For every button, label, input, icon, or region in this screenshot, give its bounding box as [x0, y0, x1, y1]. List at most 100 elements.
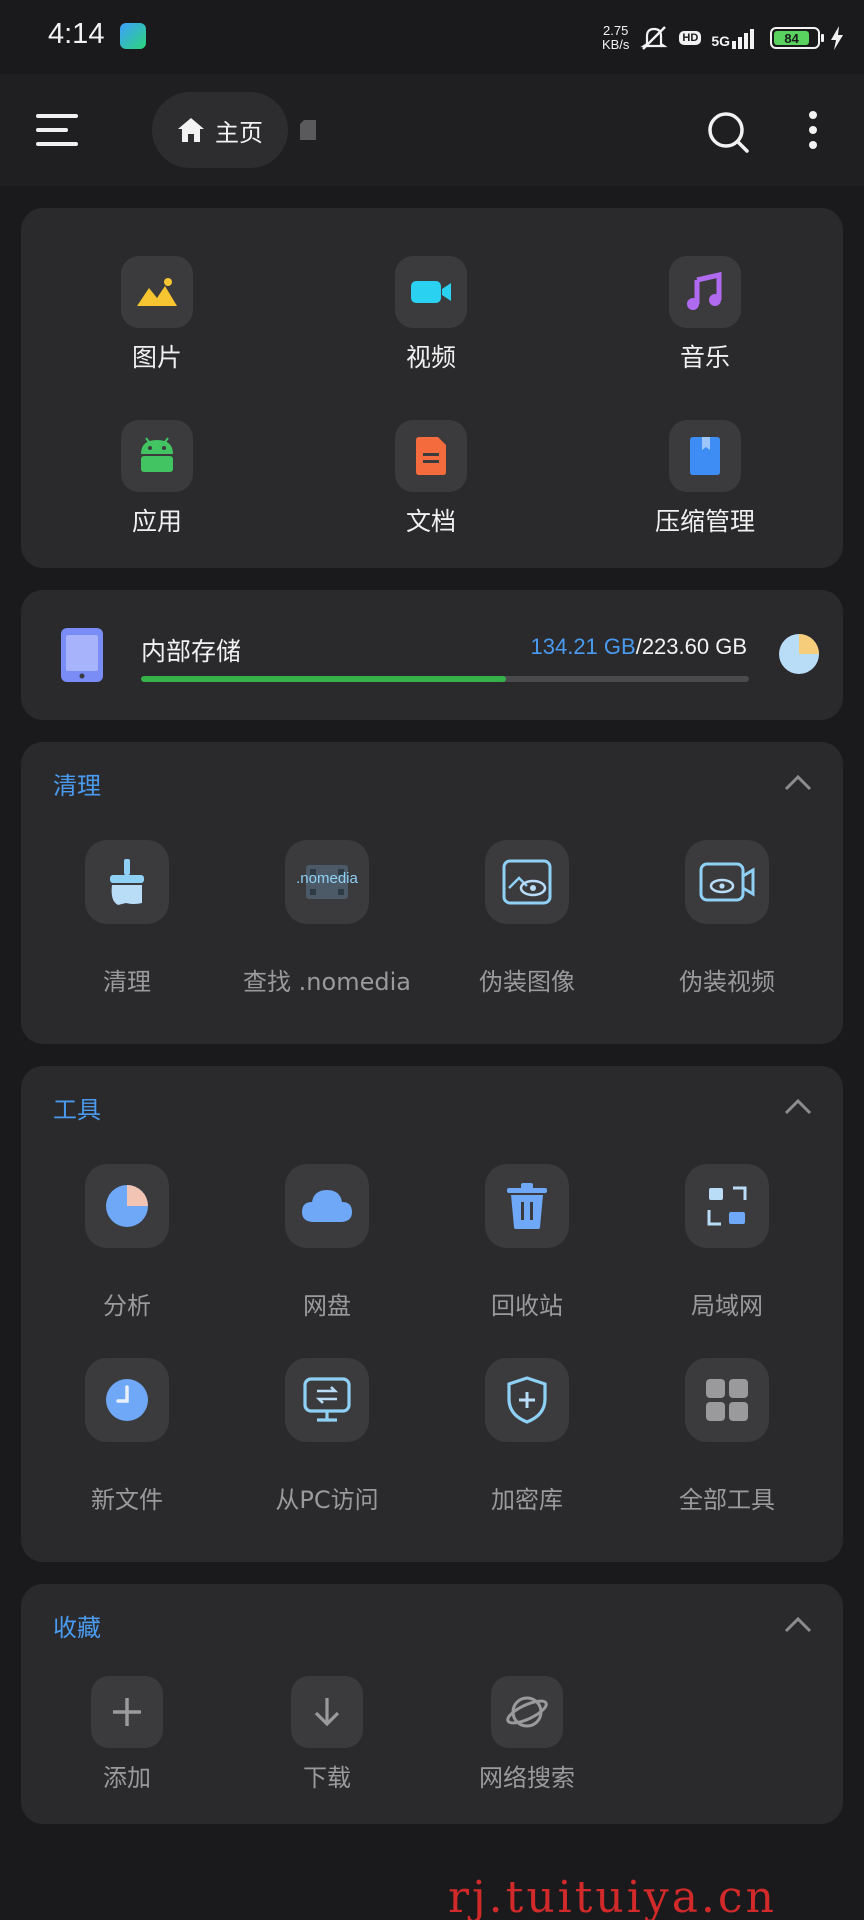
nomedia-icon: .nomedia: [285, 840, 369, 924]
categories-card: 图片 视频 音乐 应用 文档 压缩管理: [21, 208, 843, 568]
tool-label: 全部工具: [679, 1486, 775, 1514]
category-label: 视频: [405, 343, 456, 372]
pie-chart-icon: [85, 1164, 169, 1248]
tool-label: 加密库: [491, 1486, 563, 1514]
signal-group: 5G: [711, 27, 760, 49]
chevron-up-icon[interactable]: [783, 772, 813, 792]
music-icon: [669, 256, 741, 328]
watermark-text: rj.tuituiya.cn: [448, 1872, 777, 1920]
favorites-card: 收藏 添加 下载 网络搜索: [21, 1584, 843, 1824]
image-icon: [121, 256, 193, 328]
favorite-add[interactable]: 添加: [27, 1676, 227, 1793]
sd-card-icon[interactable]: [298, 118, 318, 142]
tool-label: 新文件: [91, 1486, 163, 1514]
tool-all-tools[interactable]: 全部工具: [627, 1358, 827, 1515]
storage-progress-fill: [141, 676, 506, 682]
tool-label: 从PC访问: [275, 1486, 379, 1514]
status-bar: 4:14 2.75 KB/s HD 5G 84: [0, 0, 864, 74]
menu-button[interactable]: [36, 112, 80, 148]
menu-line: [36, 128, 68, 132]
home-icon: [178, 118, 204, 142]
tools-card: 工具 分析 网盘 回收站 局域网 新文件 从PC访问 加密库 全部工具: [21, 1066, 843, 1562]
net-speed-value: 2.75: [603, 23, 629, 38]
hd-badge: HD: [679, 31, 702, 45]
favorite-downloads[interactable]: 下载: [227, 1676, 427, 1793]
category-label: 压缩管理: [654, 507, 755, 536]
tool-label: 局域网: [691, 1292, 763, 1320]
broom-icon: [85, 840, 169, 924]
favorite-web-search[interactable]: 网络搜索: [427, 1676, 627, 1793]
home-label: 主页: [215, 118, 263, 147]
status-icons: 2.75 KB/s HD 5G 84: [602, 18, 844, 58]
cleanup-card: 清理 清理 .nomedia 查找 .nomedia 伪装图像 伪装视频: [21, 742, 843, 1044]
charging-icon: [831, 26, 843, 50]
battery-level: 84: [774, 31, 810, 46]
android-icon: [121, 420, 193, 492]
battery-icon: 84: [770, 27, 824, 49]
category-music[interactable]: 音乐: [605, 256, 805, 374]
favorite-label: 添加: [103, 1764, 151, 1792]
planet-icon: [491, 1676, 563, 1748]
tool-analyze[interactable]: 分析: [27, 1164, 227, 1321]
category-images[interactable]: 图片: [57, 256, 257, 374]
section-title-cleanup: 清理: [53, 772, 101, 800]
network-type: 5G: [711, 33, 730, 49]
storage-title: 内部存储: [141, 637, 242, 666]
tool-pc-access[interactable]: 从PC访问: [227, 1358, 427, 1515]
plus-icon: [91, 1676, 163, 1748]
favorite-label: 网络搜索: [479, 1764, 575, 1792]
chevron-up-icon[interactable]: [783, 1096, 813, 1116]
trash-icon: [485, 1164, 569, 1248]
document-icon: [395, 420, 467, 492]
internal-storage-card[interactable]: 内部存储 134.21 GB/223.60 GB: [21, 590, 843, 720]
more-options-icon[interactable]: [800, 108, 826, 152]
cleanup-item-nomedia[interactable]: .nomedia 查找 .nomedia: [227, 840, 427, 997]
category-documents[interactable]: 文档: [331, 420, 531, 538]
tool-recycle-bin[interactable]: 回收站: [427, 1164, 627, 1321]
cleanup-item-disguise-image[interactable]: 伪装图像: [427, 840, 627, 997]
disguise-video-icon: [685, 840, 769, 924]
section-title-favorites: 收藏: [53, 1614, 101, 1642]
net-speed: 2.75 KB/s: [602, 24, 629, 52]
top-app-bar: 主页: [0, 74, 864, 186]
disguise-image-icon: [485, 840, 569, 924]
video-icon: [395, 256, 467, 328]
storage-progress: [141, 676, 749, 682]
tool-cloud[interactable]: 网盘: [227, 1164, 427, 1321]
archive-icon: [669, 420, 741, 492]
menu-line: [36, 142, 78, 146]
phone-icon: [61, 628, 103, 682]
category-label: 文档: [405, 507, 456, 536]
favorite-label: 下载: [303, 1764, 351, 1792]
storage-used: 134.21 GB: [530, 634, 636, 659]
storage-usage: 134.21 GB/223.60 GB: [531, 634, 748, 660]
tool-vault[interactable]: 加密库: [427, 1358, 627, 1515]
lan-icon: [685, 1164, 769, 1248]
cleanup-item-label: 伪装视频: [679, 968, 775, 996]
status-time: 4:14: [48, 18, 105, 50]
tool-new-files[interactable]: 新文件: [27, 1358, 227, 1515]
grid-icon: [685, 1358, 769, 1442]
cleanup-item-label: 伪装图像: [479, 968, 575, 996]
category-videos[interactable]: 视频: [331, 256, 531, 374]
tool-lan[interactable]: 局域网: [627, 1164, 827, 1321]
cleanup-item-disguise-video[interactable]: 伪装视频: [627, 840, 827, 997]
storage-total: 223.60 GB: [641, 634, 747, 659]
category-archives[interactable]: 压缩管理: [605, 420, 805, 538]
cleanup-item-clean[interactable]: 清理: [27, 840, 227, 997]
nomedia-icon-text: .nomedia: [296, 870, 358, 887]
net-speed-unit: KB/s: [601, 37, 630, 52]
cloud-icon: [285, 1164, 369, 1248]
search-icon[interactable]: [706, 110, 750, 154]
notification-app-icon: [120, 23, 146, 49]
download-icon: [291, 1676, 363, 1748]
category-apps[interactable]: 应用: [57, 420, 257, 538]
chevron-up-icon[interactable]: [783, 1614, 813, 1634]
home-breadcrumb[interactable]: 主页: [152, 92, 288, 168]
shield-plus-icon: [485, 1358, 569, 1442]
cleanup-item-label: 查找 .nomedia: [243, 968, 411, 996]
pie-chart-icon[interactable]: [777, 632, 821, 676]
tool-label: 回收站: [491, 1292, 563, 1320]
category-label: 应用: [131, 507, 182, 536]
tool-label: 分析: [103, 1292, 151, 1320]
